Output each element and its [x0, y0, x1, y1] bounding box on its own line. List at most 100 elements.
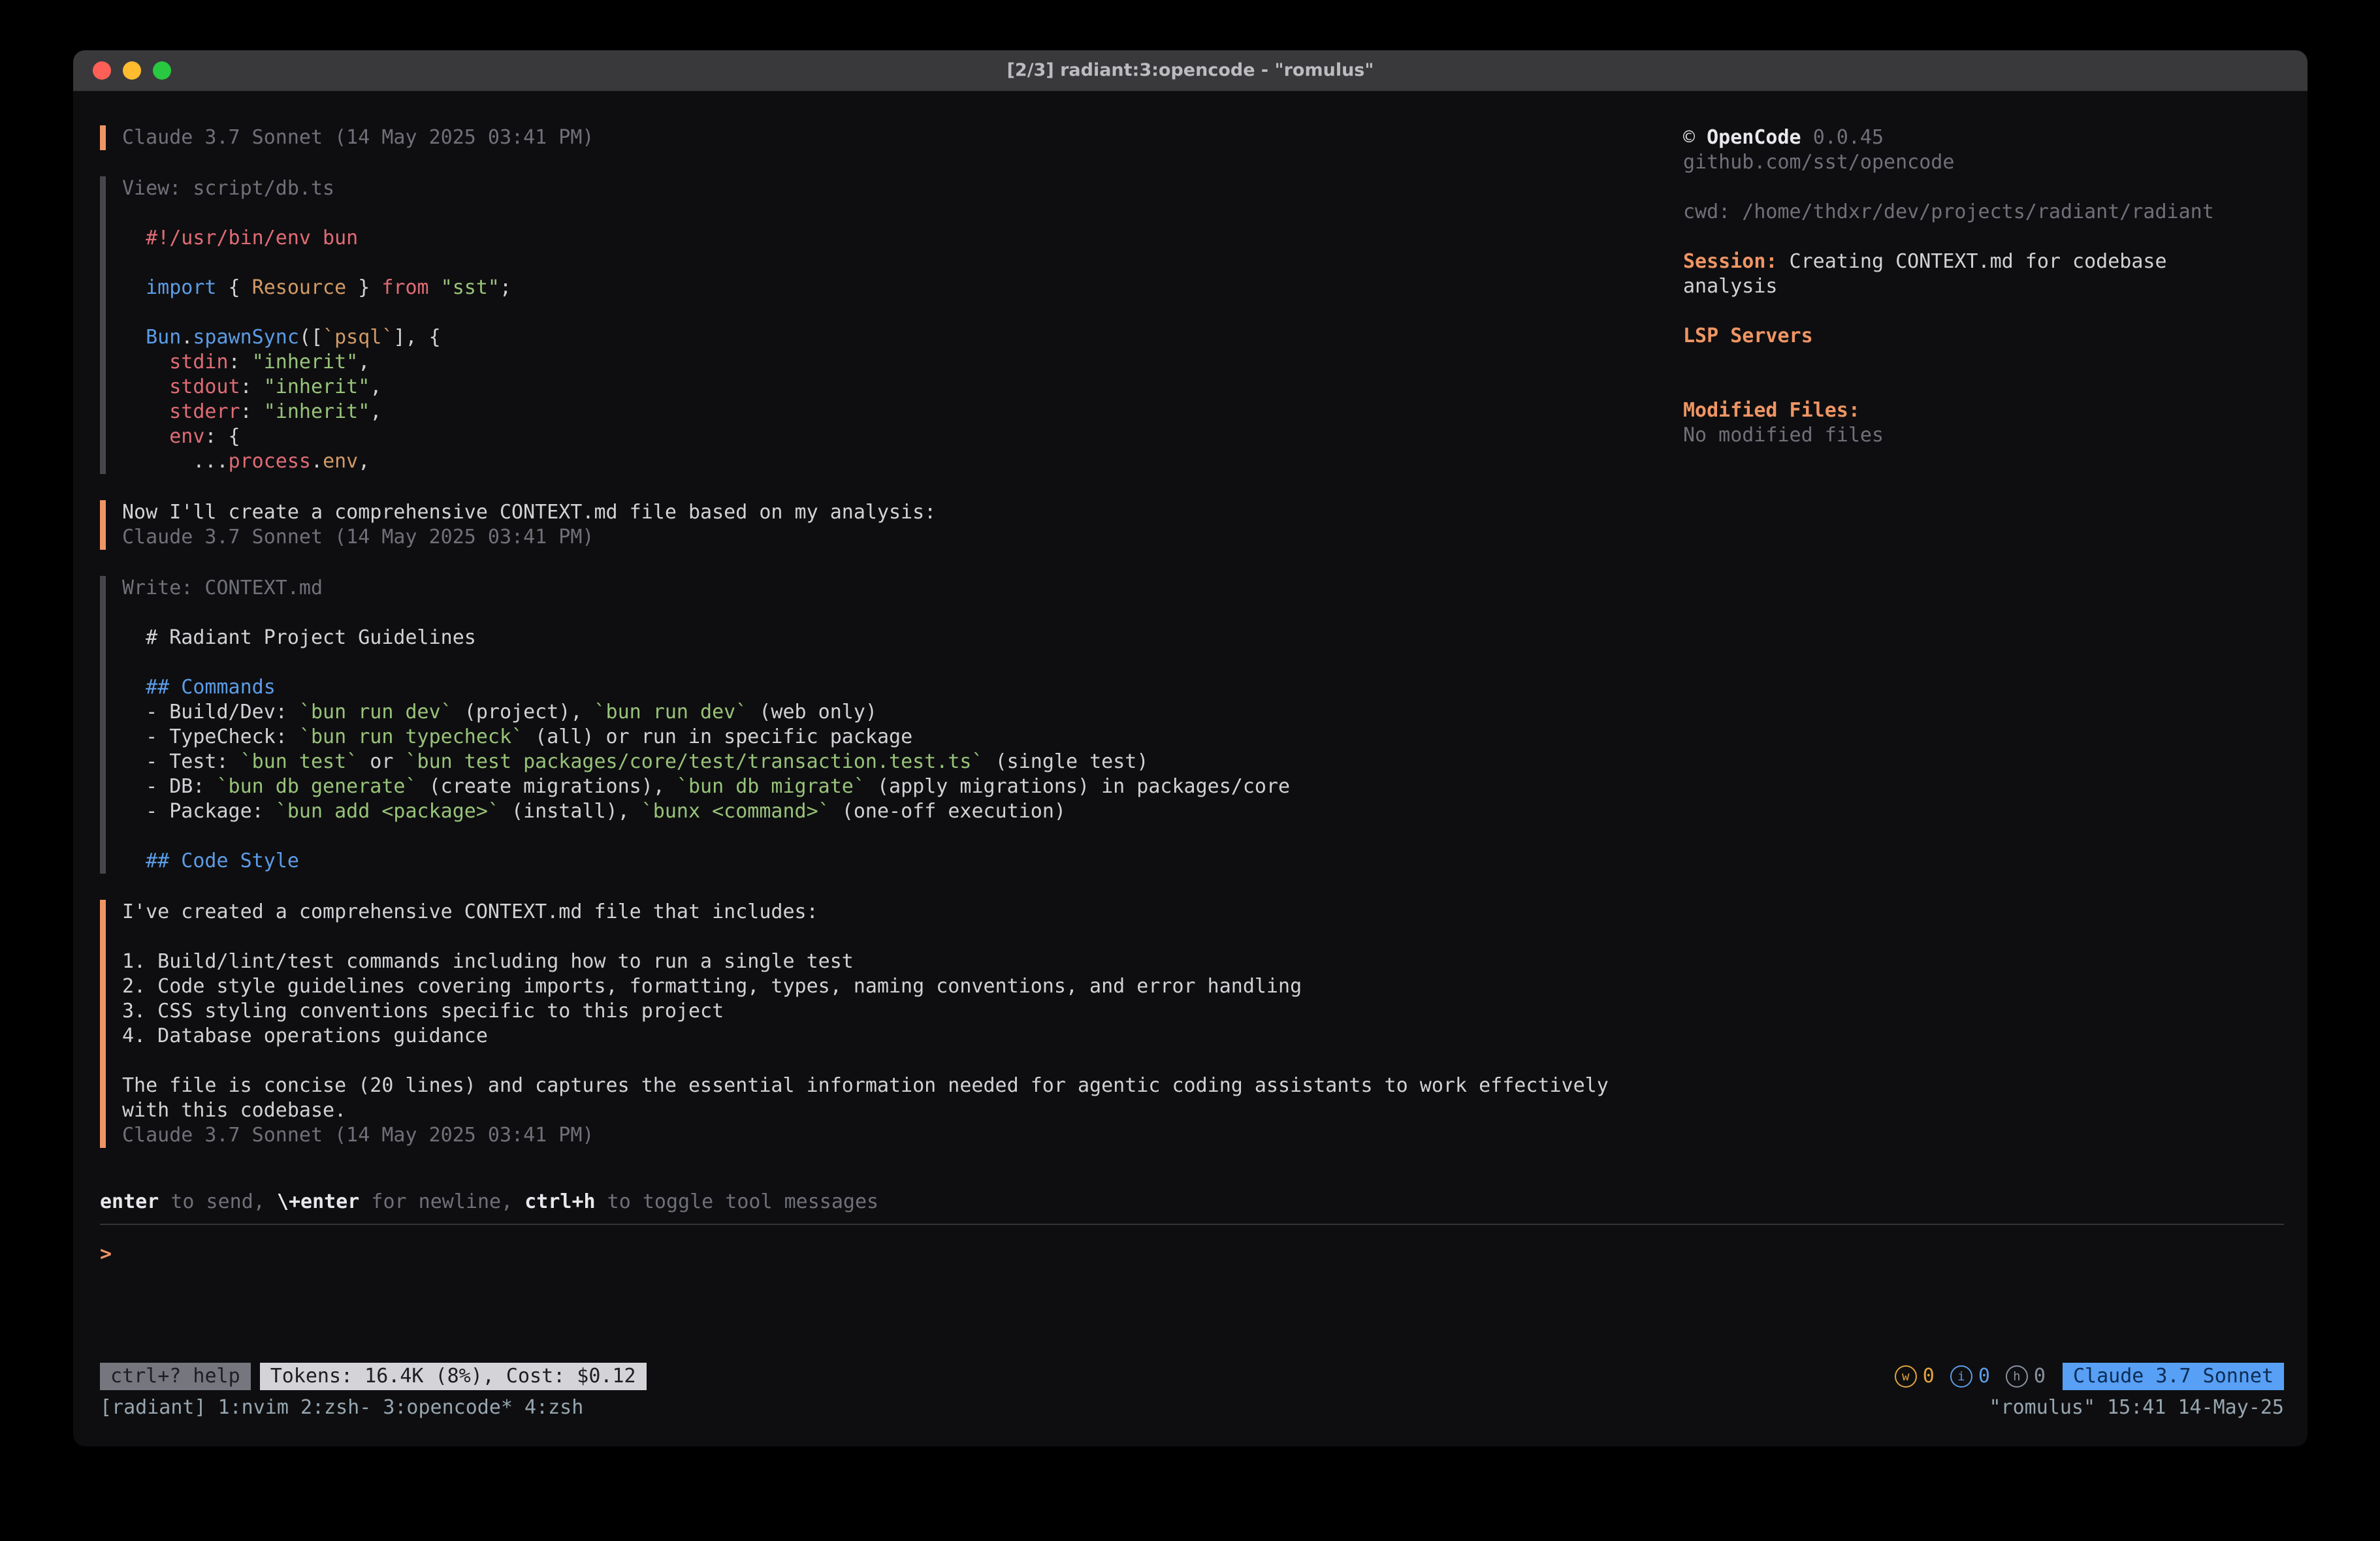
text-line: - Test: `bun test` or `bun test packages… [122, 750, 1661, 774]
text-span: ## Code Style [122, 850, 299, 872]
minimize-button[interactable] [123, 61, 141, 80]
text-span: Resource [252, 276, 347, 299]
text-span: `bun db migrate` [677, 775, 865, 798]
text-span: { [217, 276, 252, 299]
text-span: `bun test packages/core/test/transaction… [406, 750, 984, 773]
text-line [122, 650, 1661, 675]
text-span: . [181, 326, 193, 349]
text-span: , [370, 375, 381, 398]
text-span: (apply migrations) in packages/core [865, 775, 1290, 798]
text-line: LSP Servers [1683, 324, 2284, 349]
text-line [1683, 373, 2284, 398]
text-span: ... [122, 450, 229, 473]
window-titlebar[interactable]: [2/3] radiant:3:opencode - "romulus" [73, 50, 2308, 91]
text-span: ], { [393, 326, 440, 349]
text-span: "sst" [441, 276, 500, 299]
text-span: View: script/db.ts [122, 177, 334, 200]
text-line [122, 201, 1661, 226]
text-span: (one-off execution) [830, 800, 1066, 823]
traffic-lights [93, 61, 171, 80]
text-span: env [323, 450, 358, 473]
text-line: Modified Files: [1683, 398, 2284, 423]
text-span: #!/usr/bin/env bun [122, 227, 358, 249]
text-span: stdout [122, 375, 240, 398]
text-span: `bun add <package>` [276, 800, 500, 823]
text-line: © OpenCode 0.0.45 [1683, 125, 2284, 150]
text-span: No modified files [1683, 424, 1884, 447]
text-span: The file is concise (20 lines) and captu… [122, 1074, 1609, 1097]
text-line [1683, 299, 2284, 324]
warning-icon: w [1895, 1365, 1917, 1388]
prompt-symbol: > [100, 1242, 112, 1267]
text-span: (all) or run in specific package [523, 725, 912, 748]
text-span: `psql` [323, 326, 393, 349]
text-span [1801, 126, 1813, 149]
text-span: I've created a comprehensive CONTEXT.md … [122, 900, 818, 923]
text-line: #!/usr/bin/env bun [122, 226, 1661, 251]
text-line [122, 601, 1661, 626]
text-line: stderr: "inherit", [122, 400, 1661, 424]
text-span: Claude 3.7 Sonnet (14 May 2025 03:41 PM) [122, 526, 594, 548]
terminal: Claude 3.7 Sonnet (14 May 2025 03:41 PM)… [73, 91, 2308, 1446]
text-line: github.com/sst/opencode [1683, 150, 2284, 175]
text-span: : { [204, 425, 240, 448]
text-line: Session: Creating CONTEXT.md for codebas… [1683, 249, 2284, 274]
text-span: Now I'll create a comprehensive CONTEXT.… [122, 501, 936, 524]
text-span: (install), [500, 800, 641, 823]
assistant-message: I've created a comprehensive CONTEXT.md … [100, 900, 1661, 1148]
text-span: Creating CONTEXT.md for codebase [1778, 250, 2167, 273]
status-bar: ctrl+? help Tokens: 16.4K (8%), Cost: $0… [100, 1363, 2284, 1390]
chat-transcript: Claude 3.7 Sonnet (14 May 2025 03:41 PM)… [100, 125, 1661, 1174]
tmux-host-datetime: "romulus" 15:41 14-May-25 [1989, 1395, 2284, 1420]
info-count: i 0 [1950, 1364, 1990, 1389]
text-span: Session: [1683, 250, 1778, 273]
tmux-window-zsh-4: 4:zsh [524, 1395, 583, 1420]
text-line: I've created a comprehensive CONTEXT.md … [122, 900, 1661, 925]
text-span: stderr [122, 400, 240, 423]
text-span: OpenCode [1707, 126, 1801, 149]
text-span: process [229, 450, 311, 473]
text-span: enter [100, 1190, 159, 1213]
text-line [122, 251, 1661, 276]
text-span: 4. Database operations guidance [122, 1025, 488, 1047]
text-span: Write: CONTEXT.md [122, 577, 323, 599]
prompt-line: > [100, 1242, 2284, 1267]
zoom-button[interactable] [153, 61, 171, 80]
app-window: [2/3] radiant:3:opencode - "romulus" Cla… [73, 50, 2308, 1446]
text-line: Claude 3.7 Sonnet (14 May 2025 03:41 PM) [122, 125, 1661, 150]
text-span: for newline, [359, 1190, 524, 1213]
prompt-input[interactable] [112, 1242, 2284, 1267]
tmux-window-zsh-2: 2:zsh- [300, 1395, 371, 1420]
warning-count: w 0 [1895, 1364, 1935, 1389]
close-button[interactable] [93, 61, 111, 80]
text-line [122, 824, 1661, 849]
text-line: 4. Database operations guidance [122, 1024, 1661, 1049]
text-line: Write: CONTEXT.md [122, 576, 1661, 601]
text-span: # Radiant Project Guidelines [122, 626, 476, 649]
hint-icon: h [2006, 1365, 2028, 1388]
tool-call-write-file: Write: CONTEXT.md # Radiant Project Guid… [100, 576, 1661, 874]
text-span: (single test) [984, 750, 1149, 773]
info-icon: i [1950, 1365, 1972, 1388]
input-hints: enter to send, \+enter for newline, ctrl… [100, 1190, 2284, 1215]
text-span: `bun test` [240, 750, 359, 773]
text-span: to send, [159, 1190, 277, 1213]
text-span: env [122, 425, 204, 448]
text-span: 1. Build/lint/test commands including ho… [122, 950, 854, 973]
assistant-message: Now I'll create a comprehensive CONTEXT.… [100, 500, 1661, 550]
text-span: 2. Code style guidelines covering import… [122, 975, 1302, 998]
text-line: cwd: /home/thdxr/dev/projects/radiant/ra… [1683, 200, 2284, 225]
terminal-top-row: Claude 3.7 Sonnet (14 May 2025 03:41 PM)… [100, 125, 2284, 1174]
text-span: 3. CSS styling conventions specific to t… [122, 1000, 724, 1023]
text-line: 3. CSS styling conventions specific to t… [122, 999, 1661, 1024]
text-span: `bun run typecheck` [299, 725, 523, 748]
warning-value: 0 [1923, 1364, 1935, 1389]
text-line [1683, 349, 2284, 373]
text-span: \+enter [277, 1190, 359, 1213]
text-line: ...process.env, [122, 449, 1661, 474]
text-span: `bun db generate` [217, 775, 417, 798]
text-span: , [358, 450, 370, 473]
text-span: from [381, 276, 428, 299]
text-span: : [229, 351, 252, 373]
text-span: "inherit" [264, 400, 370, 423]
